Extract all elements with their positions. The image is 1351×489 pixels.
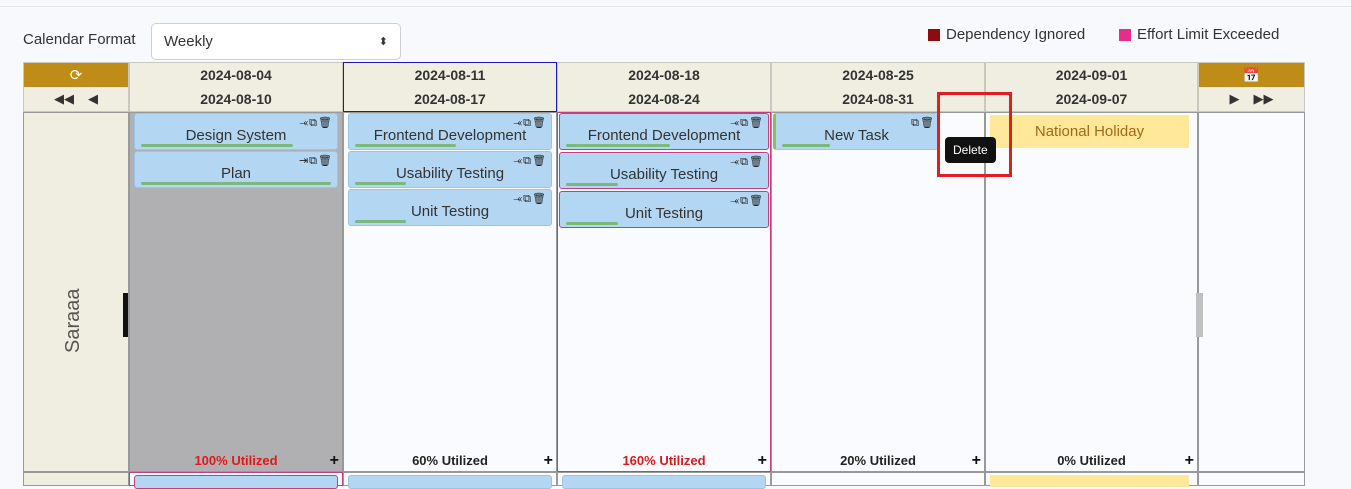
calendar-icon: 📅 [1242,66,1261,83]
prev-nav-header: ⟳ ◀◀ ◀ [23,62,129,112]
jump-back-icon[interactable]: ◀◀ [54,91,74,107]
utilization-label: 100% Utilized [194,453,278,468]
week-end: 2024-08-24 [628,91,700,107]
legend-label: Effort Limit Exceeded [1137,26,1280,43]
delete-tooltip: Delete [945,137,996,163]
prev-week-icon[interactable]: ◀ [88,91,98,107]
legend-swatch [1119,28,1131,41]
week-cell-1[interactable]: ⤛⧉🗑 Design System ⇥⧉🗑 Plan 100% Utilized… [129,112,343,472]
scroll-handle[interactable] [1196,293,1203,337]
task-card[interactable]: ⤛⧉🗑 Frontend Development [559,113,769,150]
task-title: Frontend Development [587,127,741,144]
task-title: Usability Testing [395,165,505,182]
legend-effort-limit-exceeded: Effort Limit Exceeded [1119,26,1279,43]
week-start: 2024-08-18 [628,67,700,83]
legend-swatch [928,28,940,41]
week-header-3: 2024-08-18 2024-08-24 [557,62,771,112]
legend-dependency-ignored: Dependency Ignored [928,26,1085,43]
next-week-icon[interactable]: ▶ [1230,91,1240,107]
task-card[interactable]: ⤛⧉🗑 Usability Testing [348,151,552,188]
week-cell-5[interactable]: National Holiday 0% Utilized + [985,112,1198,472]
task-title: Frontend Development [373,127,527,144]
task-progress-bar [141,182,331,185]
task-card[interactable]: ⤛⧉🗑 Unit Testing [348,189,552,226]
task-card[interactable]: ⧉🗑 New Task [773,113,938,150]
holiday-banner: National Holiday [990,115,1189,148]
week-end: 2024-09-07 [1055,91,1128,107]
task-card[interactable] [348,475,552,489]
resource-name: Saraaa [62,288,84,354]
task-progress-bar [355,144,456,147]
calendar-format-label: Calendar Format [23,31,136,48]
week-cell-2[interactable]: ⤛⧉🗑 Frontend Development ⤛⧉🗑 Usability T… [343,112,557,472]
week-start: 2024-09-01 [1055,67,1128,83]
task-title: Design System [185,127,287,144]
week-end: 2024-08-17 [414,91,486,107]
highlight-box [937,92,1012,177]
utilization-label: 0% Utilized [1057,453,1126,468]
task-progress-bar [782,144,831,147]
task-card[interactable]: ⇥⧉🗑 Plan [134,151,338,188]
calendar-format-value: Weekly [164,33,213,50]
task-progress-bar [566,144,670,147]
calendar-format-select[interactable]: Weekly ⬍ [151,23,401,60]
task-card[interactable]: ⤛⧉🗑 Usability Testing [559,152,769,189]
holiday-banner [990,475,1189,487]
week-header-5: 2024-09-01 2024-09-07 [985,62,1198,112]
task-progress-bar [141,144,293,147]
task-title: Unit Testing [410,203,490,220]
top-divider [0,6,1351,7]
week-start: 2024-08-04 [200,67,272,83]
today-button[interactable]: 📅 [1199,63,1304,87]
refresh-button[interactable]: ⟳ [24,63,128,87]
add-task-icon[interactable]: + [544,452,553,470]
task-card[interactable]: ⤛⧉🗑 Design System [134,113,338,150]
task-card[interactable] [562,475,766,489]
task-title: Plan [220,165,252,182]
task-progress-bar [355,220,406,223]
next-nav-header: 📅 ▶ ▶▶ [1198,62,1305,112]
resource-cell: Saraaa [23,112,129,472]
utilization-label: 60% Utilized [412,453,488,468]
week-start: 2024-08-11 [414,67,486,83]
add-task-icon[interactable]: + [1185,452,1194,470]
task-progress-bar [566,183,618,186]
task-card[interactable]: ⤛⧉🗑 Unit Testing [559,191,769,228]
task-progress-bar [566,222,618,225]
week-cell-3[interactable]: ⤛⧉🗑 Frontend Development ⤛⧉🗑 Usability T… [557,112,771,472]
week-end: 2024-08-10 [200,91,272,107]
refresh-icon: ⟳ [69,67,83,84]
week-header-2: 2024-08-11 2024-08-17 [343,62,557,112]
add-task-icon[interactable]: + [330,452,339,470]
add-task-icon[interactable]: + [758,452,767,470]
task-card[interactable]: ⤛⧉🗑 Frontend Development [348,113,552,150]
task-title: Usability Testing [609,166,719,183]
utilization-label: 20% Utilized [840,453,916,468]
task-title: New Task [824,127,889,144]
week-start: 2024-08-25 [842,67,914,83]
select-arrows-icon: ⬍ [378,36,388,48]
add-task-icon[interactable]: + [972,452,981,470]
task-title: Unit Testing [624,205,704,222]
legend-label: Dependency Ignored [946,26,1086,43]
jump-forward-icon[interactable]: ▶▶ [1254,91,1274,107]
task-card[interactable] [134,475,338,489]
task-progress-bar [355,182,406,185]
next-column-cell [1196,112,1305,472]
resize-handle[interactable] [123,293,128,337]
week-header-1: 2024-08-04 2024-08-10 [129,62,343,112]
utilization-label: 160% Utilized [622,453,706,468]
